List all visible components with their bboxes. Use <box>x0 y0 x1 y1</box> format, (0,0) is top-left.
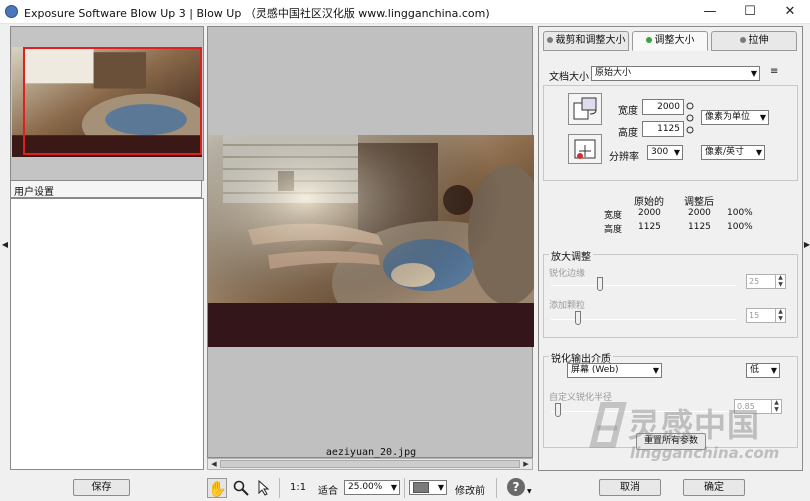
minimize-button[interactable]: — <box>690 0 730 24</box>
resolution-unit-select[interactable]: 像素/英寸 ▼ <box>701 145 765 160</box>
toolbar-divider <box>404 478 405 498</box>
before-toggle[interactable]: 修改前 <box>455 482 485 497</box>
actual-size-button[interactable]: 1:1 <box>290 482 306 493</box>
tab-indicator-icon <box>739 37 746 43</box>
constrain-link-icon[interactable] <box>686 100 694 136</box>
background-color-select[interactable]: ▼ <box>409 480 447 495</box>
rotate-icon <box>573 97 597 120</box>
reset-icon <box>574 139 596 159</box>
resolution-select[interactable]: 300 ▼ <box>647 145 683 160</box>
sharpen-edges-label: 锐化边缘 <box>549 269 586 279</box>
scroll-right-icon[interactable]: ▶ <box>520 459 532 469</box>
help-icon[interactable]: ? <box>507 478 525 496</box>
add-grain-input[interactable]: 15 ▲ ▼ <box>746 308 786 323</box>
document-size-select[interactable]: 原始大小 ▼ <box>591 66 760 81</box>
tab-indicator-icon <box>546 37 553 43</box>
reset-size-button[interactable] <box>568 134 602 164</box>
watermark-text: 灵感中国 <box>628 406 761 444</box>
summary-width-original: 2000 <box>638 208 661 218</box>
output-medium-select[interactable]: 屏幕 (Web) ▼ <box>567 363 662 378</box>
summary-width-adjusted: 2000 <box>688 208 711 218</box>
height-label: 高度 <box>618 128 638 139</box>
chevron-down-icon: ▼ <box>673 148 680 157</box>
summary-width-label: 宽度 <box>604 211 623 221</box>
add-grain-label: 添加颗粒 <box>549 301 586 311</box>
watermark-logo <box>583 400 627 450</box>
app-icon <box>5 5 18 18</box>
sharpen-edges-input[interactable]: 25 ▲ ▼ <box>746 274 786 289</box>
rotate-orientation-button[interactable] <box>568 93 602 125</box>
custom-radius-slider[interactable] <box>555 403 561 417</box>
save-button[interactable]: 保存 <box>73 479 130 496</box>
summary-height-label: 高度 <box>604 225 623 235</box>
toolbar-divider <box>279 478 280 498</box>
summary-height-adjusted: 1125 <box>688 222 711 232</box>
close-button[interactable]: ✕ <box>770 0 810 24</box>
tab-resize[interactable]: 调整大小 <box>632 31 708 51</box>
chevron-down-icon: ▼ <box>390 483 397 492</box>
ok-button[interactable]: 确定 <box>683 479 745 496</box>
window-title: Exposure Software Blow Up 3 | Blow Up （灵… <box>24 7 490 20</box>
maximize-button[interactable]: ☐ <box>730 0 770 24</box>
preview-image <box>208 135 534 347</box>
zoom-select[interactable]: 25.00% ▼ <box>344 480 400 495</box>
tab-crop-resize[interactable]: 裁剪和调整大小 <box>543 31 629 51</box>
scroll-left-icon[interactable]: ◀ <box>208 459 220 469</box>
spinner-arrows-icon[interactable]: ▲ ▼ <box>771 399 781 414</box>
view-area-frame[interactable] <box>23 47 202 155</box>
chevron-down-icon: ▼ <box>750 69 757 78</box>
image-filename: aeziyuan_20.jpg <box>325 447 417 458</box>
summary-height-original: 1125 <box>638 222 661 232</box>
user-settings-header: 用户设置 <box>10 180 202 198</box>
chevron-down-icon: ▼ <box>759 113 766 122</box>
user-settings-list[interactable] <box>10 198 204 470</box>
collapse-left-icon[interactable]: ◀ <box>1 240 9 249</box>
sharpen-edges-track[interactable] <box>551 285 736 286</box>
resolution-label: 分辨率 <box>609 152 639 163</box>
chevron-down-icon: ▼ <box>755 148 762 157</box>
sharpen-level-select[interactable]: 低 ▼ <box>746 363 780 378</box>
summary-width-percent: 100% <box>727 208 753 218</box>
spinner-arrows-icon[interactable]: ▲ ▼ <box>775 308 785 323</box>
enlarge-adjust-title: 放大调整 <box>549 248 593 263</box>
color-swatch <box>413 482 429 493</box>
watermark-url: lingganchina.com <box>630 444 780 462</box>
sharpen-edges-slider[interactable] <box>597 277 603 291</box>
tab-indicator-icon <box>645 37 652 43</box>
width-input[interactable]: 2000 <box>642 99 684 115</box>
chevron-down-icon: ▼ <box>770 366 777 375</box>
hand-tool-icon[interactable]: ✋ <box>207 478 227 498</box>
add-grain-slider[interactable] <box>575 311 581 325</box>
height-input[interactable]: 1125 <box>642 121 684 137</box>
preview-canvas[interactable]: aeziyuan_20.jpg <box>207 26 534 458</box>
spinner-arrows-icon[interactable]: ▲ ▼ <box>775 274 785 289</box>
chevron-down-icon: ▼ <box>652 366 659 375</box>
title-bar: Exposure Software Blow Up 3 | Blow Up （灵… <box>0 0 810 24</box>
summary-height-percent: 100% <box>727 222 753 232</box>
chevron-down-icon: ▼ <box>437 483 444 492</box>
toolbar-divider <box>496 478 497 498</box>
fit-button[interactable]: 适合 <box>318 482 338 497</box>
menu-icon[interactable]: ≡ <box>770 66 778 77</box>
original-column-header: 原始的 <box>634 197 664 208</box>
scrollbar-thumb[interactable] <box>220 460 520 468</box>
navigator-panel[interactable] <box>10 26 204 181</box>
unit-select[interactable]: 像素为单位 ▼ <box>701 110 769 125</box>
collapse-right-icon[interactable]: ▶ <box>803 240 810 249</box>
cancel-button[interactable]: 取消 <box>599 479 661 496</box>
help-chevron-icon[interactable]: ▼ <box>527 488 532 495</box>
document-size-label: 文档大小 <box>549 72 589 83</box>
horizontal-scrollbar[interactable]: ◀ ▶ <box>207 458 533 470</box>
select-tool-icon[interactable] <box>254 478 274 498</box>
width-label: 宽度 <box>618 106 638 117</box>
zoom-tool-icon[interactable] <box>231 478 251 498</box>
adjusted-column-header: 调整后 <box>684 197 714 208</box>
tab-stretch[interactable]: 拉伸 <box>711 31 797 51</box>
